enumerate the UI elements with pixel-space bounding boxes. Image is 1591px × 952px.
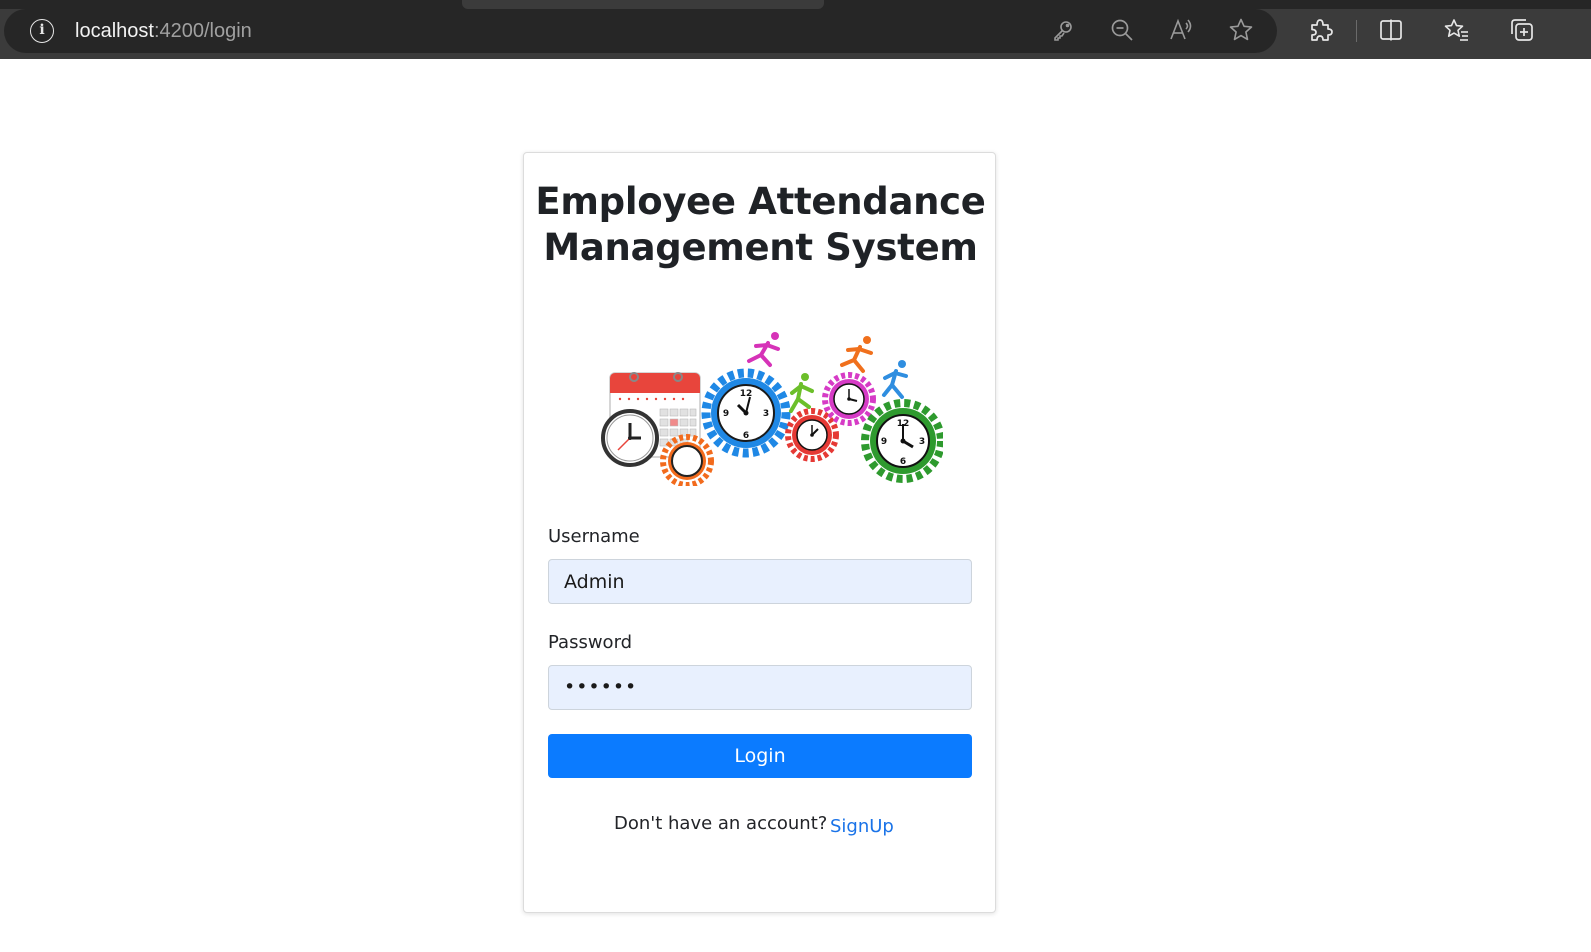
gear-clock-icon: 12 3 6 9 xyxy=(701,368,791,458)
favorites-icon[interactable] xyxy=(1444,17,1470,43)
zoom-out-icon[interactable] xyxy=(1109,17,1135,43)
svg-text:6: 6 xyxy=(900,457,906,467)
svg-text:6: 6 xyxy=(743,431,749,441)
url-text[interactable]: localhost:4200/login xyxy=(75,20,252,42)
key-icon[interactable] xyxy=(1050,17,1076,43)
extensions-icon[interactable] xyxy=(1307,17,1333,43)
runner-icon xyxy=(789,373,814,413)
split-screen-icon[interactable] xyxy=(1378,17,1404,43)
url-path: :4200/login xyxy=(153,20,252,42)
gear-clock-icon xyxy=(822,372,876,426)
favorite-star-icon[interactable] xyxy=(1228,17,1254,43)
runner-icon xyxy=(747,332,780,367)
read-aloud-icon[interactable] xyxy=(1168,17,1194,43)
signup-link[interactable]: SignUp xyxy=(830,816,894,837)
attendance-illustration: 12 3 6 9 3 6 9 xyxy=(601,332,943,486)
active-tab[interactable] xyxy=(462,0,824,9)
password-label: Password xyxy=(548,632,633,653)
gear-clock-icon xyxy=(785,408,839,462)
gear-icon xyxy=(660,434,714,486)
signup-row: Don't have an account? SignUp xyxy=(524,811,997,839)
username-input[interactable] xyxy=(548,559,972,604)
page: Employee Attendance Management System 12… xyxy=(0,59,1591,952)
info-icon[interactable]: i xyxy=(30,19,54,43)
svg-text:9: 9 xyxy=(723,409,729,419)
runner-icon xyxy=(840,336,873,373)
svg-text:3: 3 xyxy=(919,437,925,447)
url-host: localhost xyxy=(75,20,154,42)
title-line-2: Management System xyxy=(543,226,978,269)
signup-prompt: Don't have an account? xyxy=(614,813,828,834)
browser-toolbar: i localhost:4200/login xyxy=(0,0,1591,59)
password-input[interactable]: •••••• xyxy=(548,665,972,710)
svg-text:9: 9 xyxy=(881,437,887,447)
page-title: Employee Attendance Management System xyxy=(524,179,997,271)
address-bar[interactable]: i localhost:4200/login xyxy=(4,9,1277,53)
svg-text:3: 3 xyxy=(763,409,769,419)
login-button[interactable]: Login xyxy=(548,734,972,778)
runner-icon xyxy=(882,360,908,399)
tab-strip xyxy=(0,0,1591,9)
login-card: Employee Attendance Management System 12… xyxy=(523,152,996,913)
collections-icon[interactable] xyxy=(1509,17,1535,43)
username-label: Username xyxy=(548,526,640,547)
toolbar-divider xyxy=(1356,20,1357,42)
clock-icon xyxy=(601,409,659,467)
gear-clock-icon: 12 3 6 9 xyxy=(861,399,943,483)
title-line-1: Employee Attendance xyxy=(535,180,986,223)
